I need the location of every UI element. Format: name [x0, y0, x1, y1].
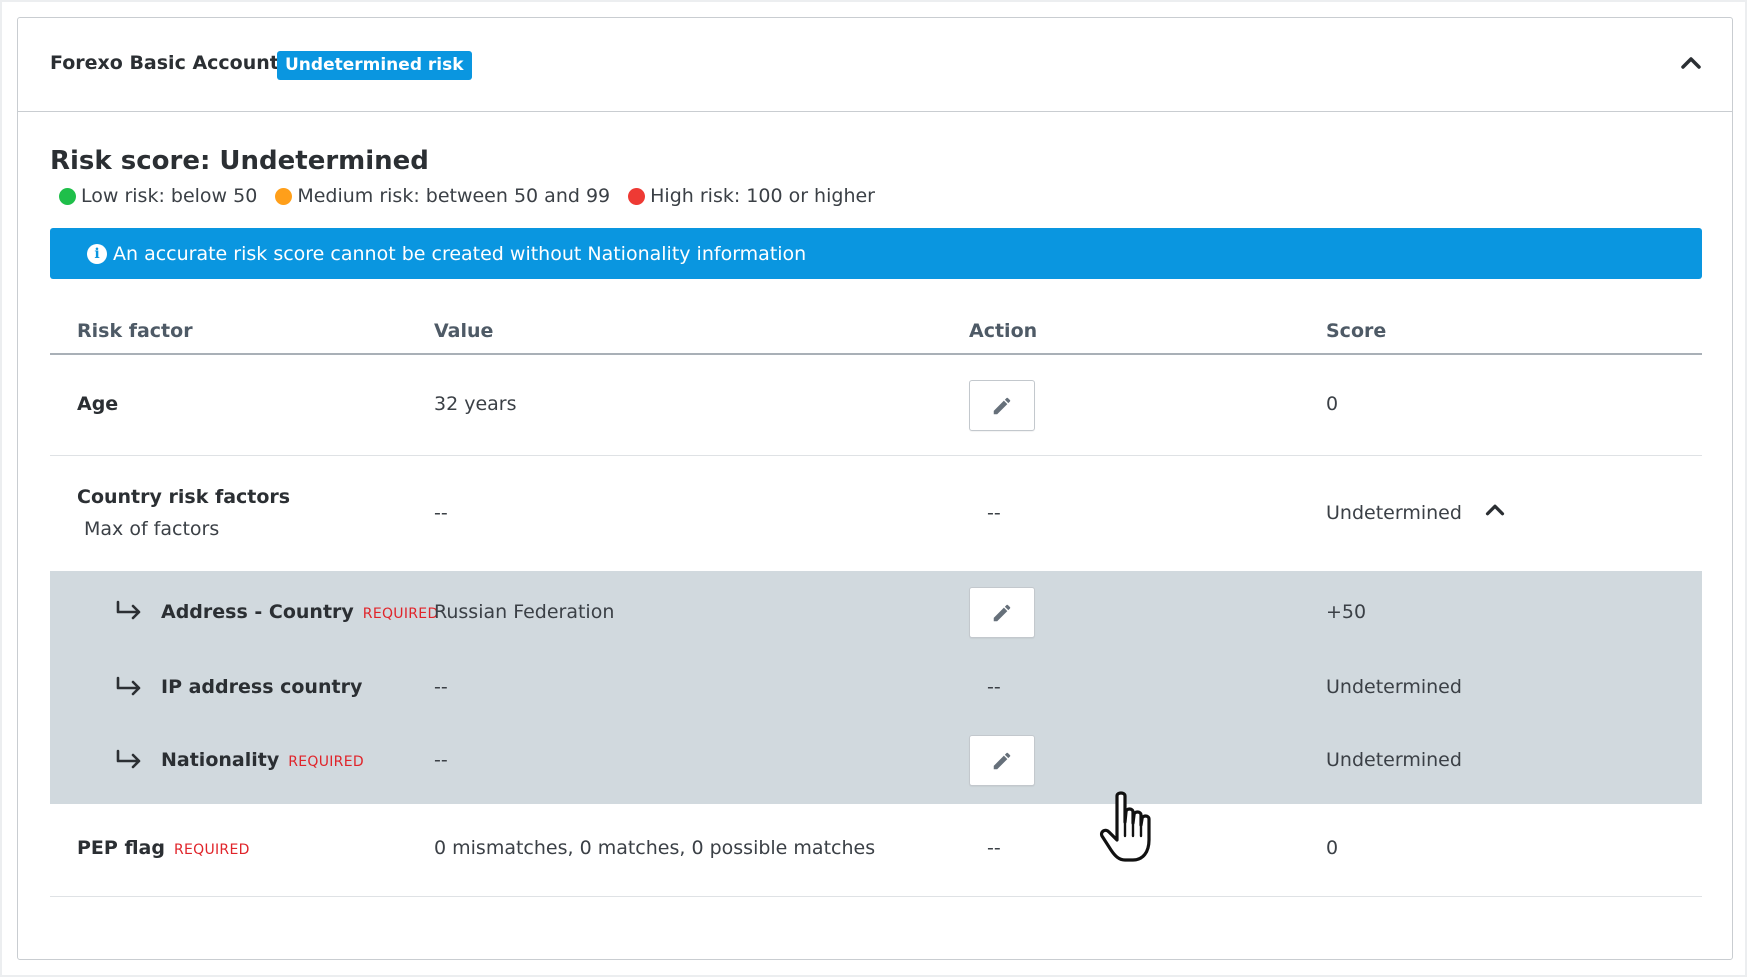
- orange-dot-icon: [275, 187, 293, 205]
- country-value: --: [434, 502, 448, 524]
- country-subfactors-group: Address - Country REQUIRED Russian Federa…: [50, 571, 1702, 804]
- legend-low: Low risk: below 50: [59, 185, 257, 207]
- pencil-icon: [993, 752, 1011, 769]
- pep-flag-score: 0: [1326, 837, 1339, 859]
- info-banner: i An accurate risk score cannot be creat…: [50, 228, 1702, 279]
- edit-address-country-button[interactable]: [969, 587, 1035, 638]
- table-row-country-risk: Country risk factors Max of factors -- -…: [50, 456, 1702, 571]
- country-score: Undetermined: [1326, 502, 1462, 524]
- age-value: 32 years: [434, 393, 517, 415]
- table-row-ip-country: IP address country -- -- Undetermined: [50, 649, 1702, 724]
- ip-country-label: IP address country: [161, 676, 363, 698]
- pep-flag-label: PEP flag REQUIRED: [77, 837, 250, 859]
- chevron-up-icon[interactable]: [1676, 48, 1706, 78]
- sub-arrow-icon: [116, 600, 141, 620]
- pep-flag-value: 0 mismatches, 0 matches, 0 possible matc…: [434, 837, 876, 859]
- risk-legend: Low risk: below 50 Medium risk: between …: [59, 185, 875, 207]
- country-factor-label: Country risk factors: [77, 486, 291, 508]
- required-tag: REQUIRED: [288, 754, 364, 770]
- country-action: --: [987, 502, 1001, 524]
- column-header-score: Score: [1326, 320, 1387, 342]
- age-score: 0: [1326, 393, 1339, 415]
- column-header-action: Action: [969, 320, 1038, 342]
- card-header[interactable]: Forexo Basic Account Undetermined risk: [18, 18, 1732, 112]
- legend-low-label: Low risk: below 50: [81, 185, 258, 207]
- account-risk-card: Forexo Basic Account Undetermined risk R…: [17, 17, 1733, 960]
- info-icon: i: [87, 243, 107, 264]
- green-dot-icon: [59, 187, 76, 205]
- page-frame: Forexo Basic Account Undetermined risk R…: [0, 0, 1747, 977]
- risk-status-badge: Undetermined risk: [277, 51, 472, 80]
- nationality-label: Nationality REQUIRED: [161, 749, 364, 771]
- legend-high: High risk: 100 or higher: [628, 185, 875, 207]
- nationality-value: --: [434, 749, 448, 771]
- red-dot-icon: [628, 187, 646, 205]
- table-row-age: Age 32 years 0: [50, 355, 1702, 456]
- legend-high-label: High risk: 100 or higher: [650, 185, 875, 207]
- address-country-value: Russian Federation: [434, 601, 615, 623]
- table-row-pep-flag: PEP flag REQUIRED 0 mismatches, 0 matches…: [50, 804, 1702, 897]
- pep-flag-action: --: [987, 837, 1001, 859]
- chevron-up-icon[interactable]: [1481, 496, 1509, 524]
- country-factor-subtitle: Max of factors: [84, 518, 220, 540]
- risk-factor-table: Risk factor Value Action Score Age 32 ye…: [50, 302, 1702, 897]
- ip-country-action: --: [987, 676, 1001, 698]
- column-header-value: Value: [434, 320, 494, 342]
- age-factor-label: Age: [77, 393, 119, 415]
- sub-arrow-icon: [116, 749, 141, 769]
- risk-score-title: Risk score: Undetermined: [50, 146, 429, 176]
- account-name: Forexo Basic Account: [50, 52, 279, 74]
- pencil-icon: [993, 604, 1011, 621]
- ip-country-value: --: [434, 676, 448, 698]
- required-tag: REQUIRED: [362, 606, 439, 622]
- required-tag: REQUIRED: [173, 842, 250, 858]
- table-row-address-country: Address - Country REQUIRED Russian Federa…: [50, 571, 1702, 649]
- legend-medium-label: Medium risk: between 50 and 99: [297, 185, 611, 207]
- sub-arrow-icon: [116, 676, 141, 696]
- table-header: Risk factor Value Action Score: [50, 302, 1702, 355]
- ip-country-score: Undetermined: [1326, 676, 1462, 698]
- edit-age-button[interactable]: [969, 380, 1035, 431]
- column-header-risk-factor: Risk factor: [77, 320, 193, 342]
- address-country-score: +50: [1326, 601, 1367, 623]
- pencil-icon: [993, 397, 1011, 414]
- address-country-label: Address - Country REQUIRED: [161, 601, 439, 623]
- info-banner-text: An accurate risk score cannot be created…: [113, 242, 807, 265]
- edit-nationality-button[interactable]: [969, 735, 1035, 786]
- nationality-score: Undetermined: [1326, 749, 1462, 771]
- legend-medium: Medium risk: between 50 and 99: [275, 185, 610, 207]
- table-row-nationality: Nationality REQUIRED -- Undetermined: [50, 724, 1702, 804]
